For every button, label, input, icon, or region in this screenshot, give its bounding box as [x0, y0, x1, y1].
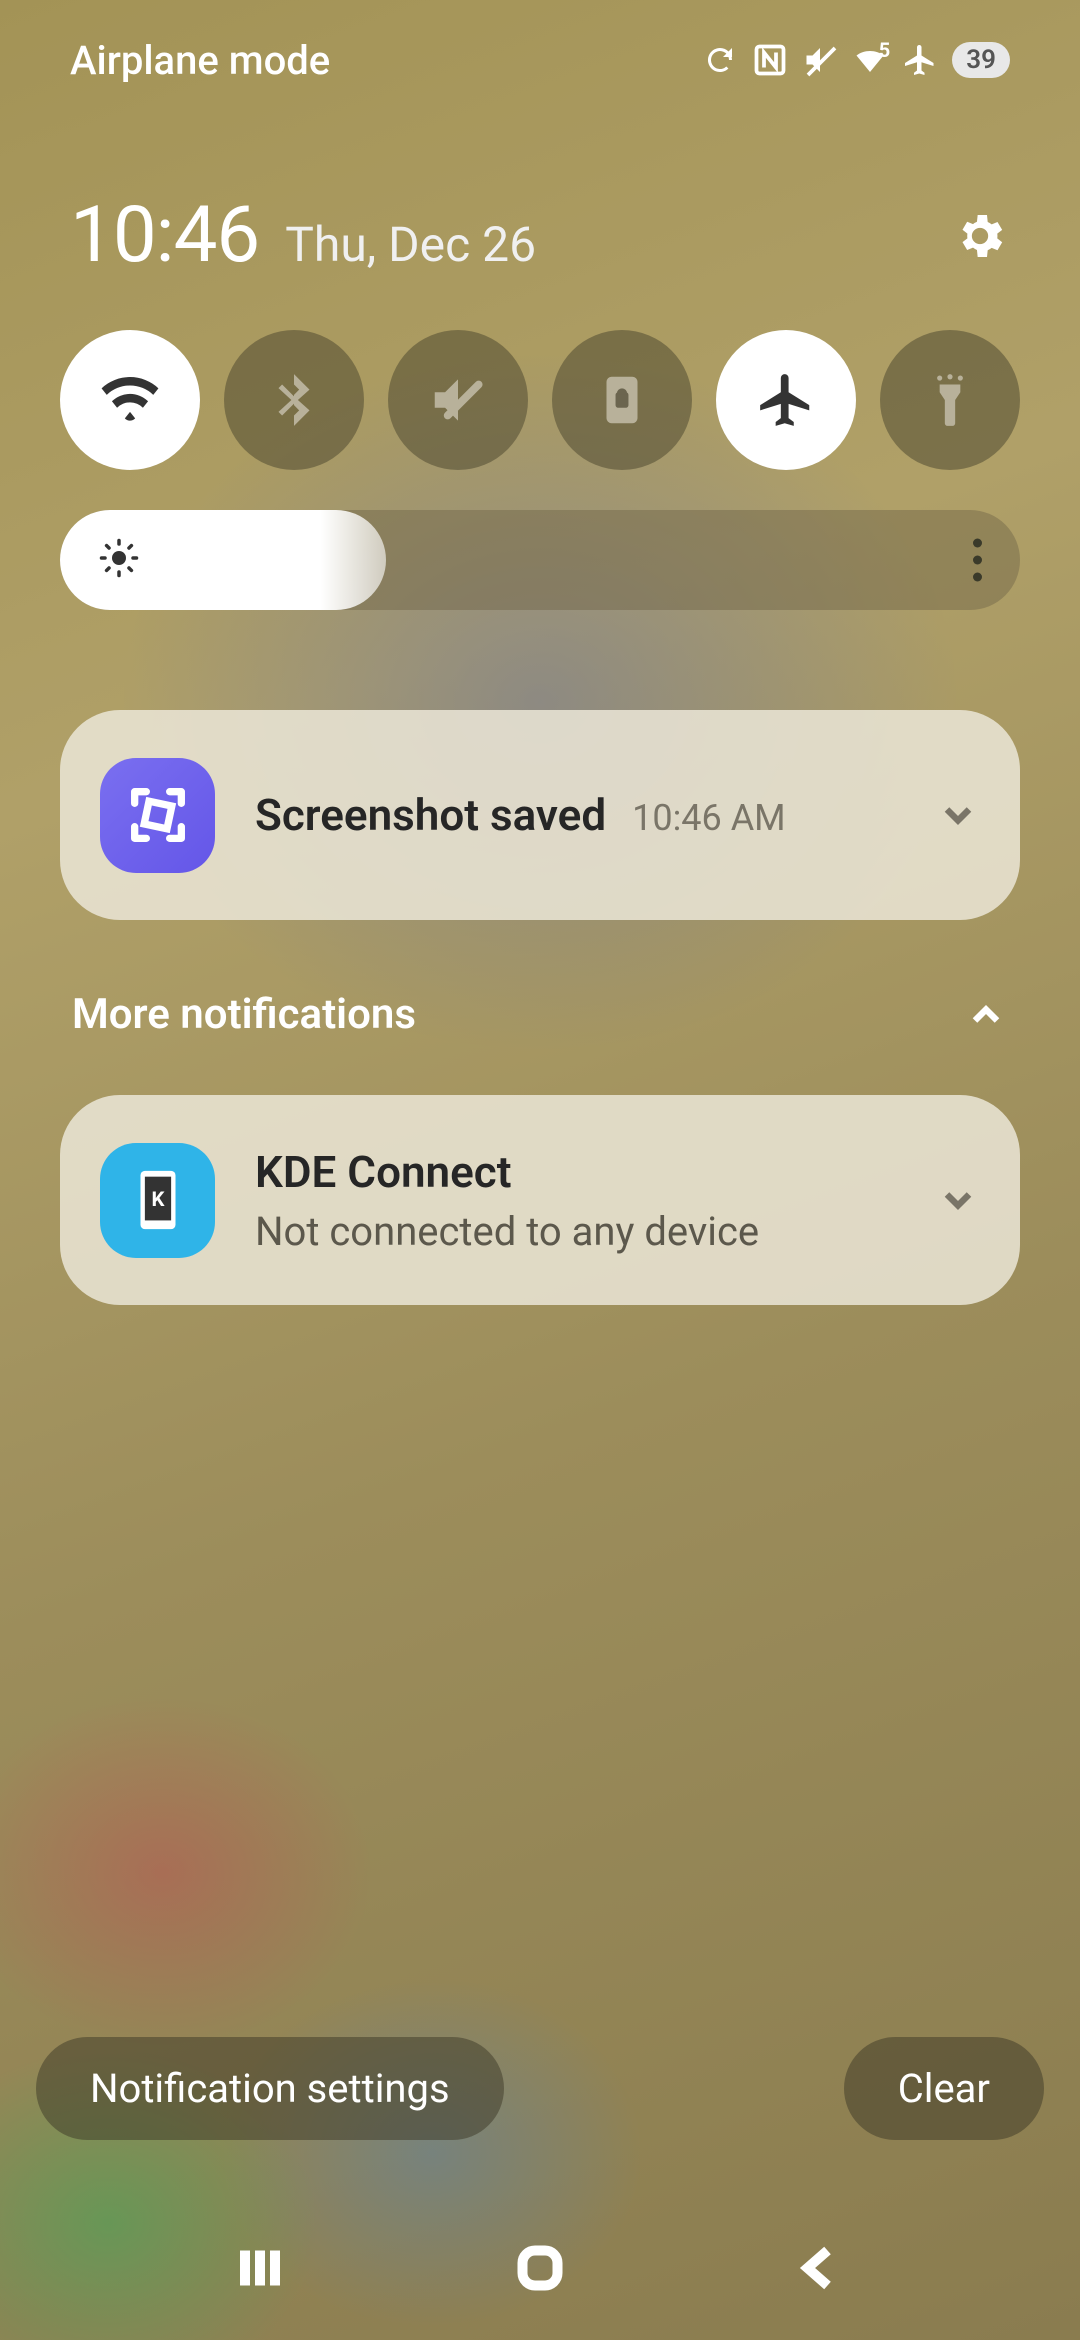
expand-button[interactable] [936, 1178, 980, 1222]
notification-card[interactable]: Screenshot saved 10:46 AM [60, 710, 1020, 920]
navigation-bar [0, 2200, 1080, 2340]
gear-icon [952, 208, 1008, 264]
expand-button[interactable] [936, 793, 980, 837]
status-bar: Airplane mode 5 39 [0, 0, 1080, 120]
nav-home-button[interactable] [510, 2238, 570, 2302]
quick-settings-row [60, 330, 1020, 470]
app-icon-kdeconnect: K [100, 1143, 215, 1258]
mute-icon [427, 369, 489, 431]
more-notifications-label: More notifications [72, 990, 416, 1039]
notification-title: KDE Connect [255, 1146, 512, 1198]
notification-subtitle: Not connected to any device [255, 1208, 936, 1255]
airplane-icon [755, 369, 817, 431]
mute-status-icon [802, 42, 838, 78]
flashlight-icon [919, 369, 981, 431]
sync-icon [702, 42, 738, 78]
qs-tile-flashlight[interactable] [880, 330, 1020, 470]
kde-phone-icon: K [123, 1165, 193, 1235]
settings-button[interactable] [950, 206, 1010, 266]
app-icon-screenshot [100, 758, 215, 873]
more-notifications-header[interactable]: More notifications [72, 990, 1008, 1039]
back-icon [790, 2238, 850, 2298]
notification-actions: Notification settings Clear [36, 2037, 1044, 2140]
notification-settings-button[interactable]: Notification settings [36, 2037, 504, 2140]
collapse-button[interactable] [964, 993, 1008, 1037]
battery-indicator: 39 [952, 42, 1010, 78]
clear-button[interactable]: Clear [844, 2037, 1044, 2140]
status-network-label: Airplane mode [70, 37, 330, 84]
crop-icon [123, 780, 193, 850]
home-icon [510, 2238, 570, 2298]
brightness-more-button[interactable] [973, 539, 982, 582]
nfc-icon [752, 42, 788, 78]
notification-card[interactable]: K KDE Connect Not connected to any devic… [60, 1095, 1020, 1305]
clock-time[interactable]: 10:46 [70, 190, 259, 281]
notification-title: Screenshot saved [255, 789, 606, 841]
qs-tile-wifi[interactable] [60, 330, 200, 470]
brightness-slider[interactable] [60, 510, 1020, 610]
clock-date[interactable]: Thu, Dec 26 [285, 216, 536, 273]
airplane-status-icon [902, 42, 938, 78]
chevron-down-icon [936, 1178, 980, 1222]
wifi-icon [99, 369, 161, 431]
nav-recents-button[interactable] [230, 2238, 290, 2302]
qs-tile-bluetooth[interactable] [224, 330, 364, 470]
wifi-count-badge: 5 [879, 38, 890, 62]
panel-header: 10:46 Thu, Dec 26 [70, 190, 1010, 281]
status-icons: 5 39 [702, 42, 1010, 78]
bluetooth-icon [263, 369, 325, 431]
nav-back-button[interactable] [790, 2238, 850, 2302]
chevron-up-icon [964, 993, 1008, 1037]
rotation-lock-icon [591, 369, 653, 431]
notification-time: 10:46 AM [632, 797, 786, 839]
recents-icon [230, 2238, 290, 2298]
svg-text:K: K [151, 1187, 165, 1211]
qs-tile-airplane[interactable] [716, 330, 856, 470]
brightness-icon [98, 537, 140, 583]
qs-tile-rotation-lock[interactable] [552, 330, 692, 470]
chevron-down-icon [936, 793, 980, 837]
qs-tile-mute[interactable] [388, 330, 528, 470]
